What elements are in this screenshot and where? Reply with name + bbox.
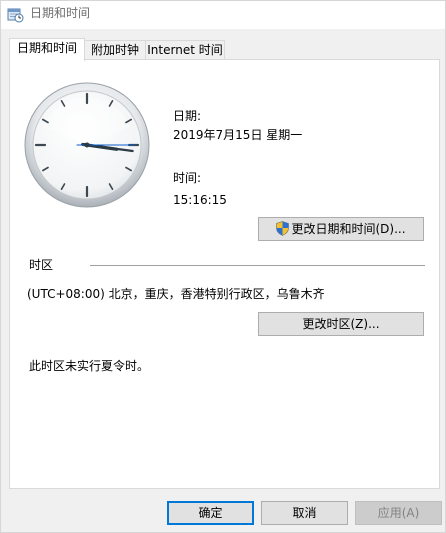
apply-button[interactable]: 应用(A) (355, 501, 442, 525)
tab-date-time[interactable]: 日期和时间 (9, 38, 85, 61)
analog-clock (24, 82, 150, 208)
timezone-value: (UTC+08:00) 北京，重庆，香港特别行政区，乌鲁木齐 (27, 287, 325, 301)
uac-shield-icon (276, 221, 290, 236)
clock-settings-icon (7, 8, 24, 23)
tab-internet-time[interactable]: Internet 时间 (145, 40, 225, 60)
change-date-time-button[interactable]: 更改日期和时间(D)... (258, 217, 424, 241)
date-value: 2019年7月15日 星期一 (173, 128, 303, 142)
change-timezone-button[interactable]: 更改时区(Z)... (258, 312, 424, 336)
timezone-divider (90, 265, 425, 266)
window-title: 日期和时间 (30, 6, 91, 20)
timezone-group-label: 时区 (29, 258, 54, 272)
cancel-button[interactable]: 取消 (261, 501, 348, 525)
tab-additional-clocks[interactable]: 附加时钟 (84, 40, 146, 60)
time-value: 15:16:15 (173, 193, 227, 207)
ok-button[interactable]: 确定 (167, 501, 254, 525)
change-date-time-label: 更改日期和时间(D)... (291, 222, 406, 236)
tab-panel: 日期: 2019年7月15日 星期一 时间: 15:16:15 更改日期和时间(… (9, 59, 440, 489)
dst-note: 此时区未实行夏令时。 (29, 359, 150, 373)
date-time-dialog: 日期和时间 日期和时间 附加时钟 Internet 时间 日期: 2019年7月… (0, 0, 446, 533)
date-label: 日期: (173, 109, 202, 123)
time-label: 时间: (173, 171, 202, 185)
clock-center-hub (84, 142, 90, 148)
title-bar: 日期和时间 (1, 1, 445, 29)
